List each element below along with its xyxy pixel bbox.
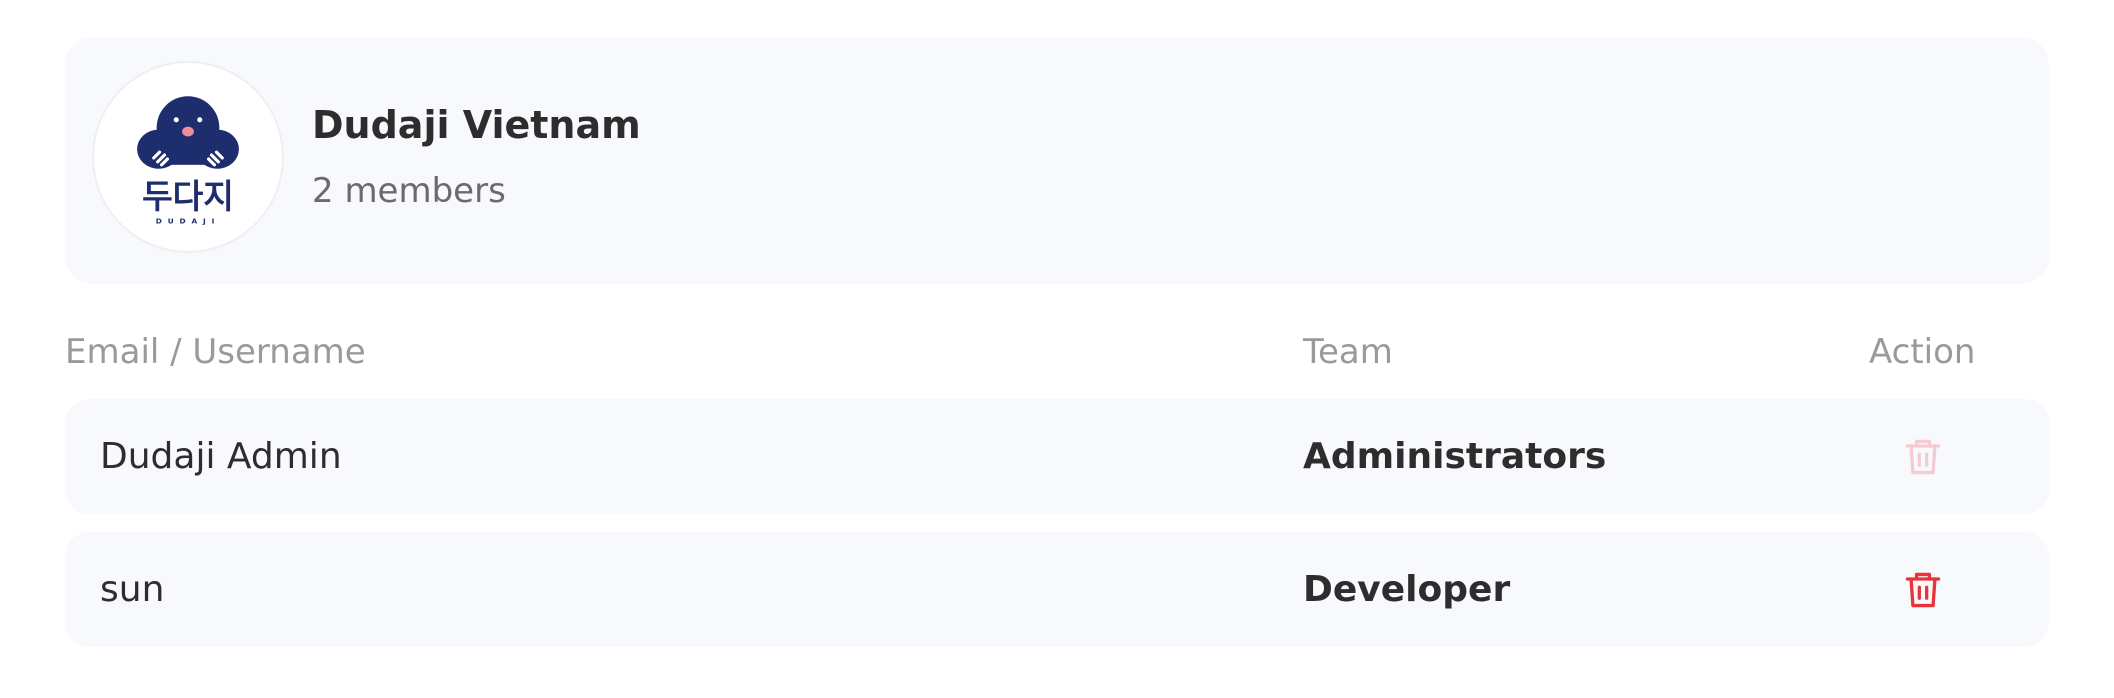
table-row: Dudaji Admin Administrators (65, 399, 2049, 514)
column-header-action: Action (1869, 332, 1976, 372)
trash-icon (1905, 439, 1941, 475)
organization-card: 두다지 DUDAJI Dudaji Vietnam 2 members (65, 37, 2049, 284)
column-header-email: Email / Username (65, 332, 366, 372)
member-name: Dudaji Admin (100, 436, 342, 477)
table-row: sun Developer (65, 532, 2049, 647)
logo-text: 두다지 (142, 177, 234, 216)
member-name: sun (100, 569, 165, 610)
logo-subtext: DUDAJI (156, 217, 221, 226)
column-header-team: Team (1303, 332, 1393, 372)
dudaji-mole-logo-icon: 두다지 DUDAJI (137, 96, 239, 226)
member-team: Developer (1303, 569, 1511, 610)
delete-member-button[interactable] (1901, 568, 1945, 612)
member-count: 2 members (312, 171, 506, 211)
member-team: Administrators (1303, 436, 1607, 477)
organization-name: Dudaji Vietnam (312, 103, 641, 147)
organization-logo: 두다지 DUDAJI (92, 61, 284, 253)
trash-icon (1905, 572, 1941, 608)
delete-member-button (1901, 435, 1945, 479)
